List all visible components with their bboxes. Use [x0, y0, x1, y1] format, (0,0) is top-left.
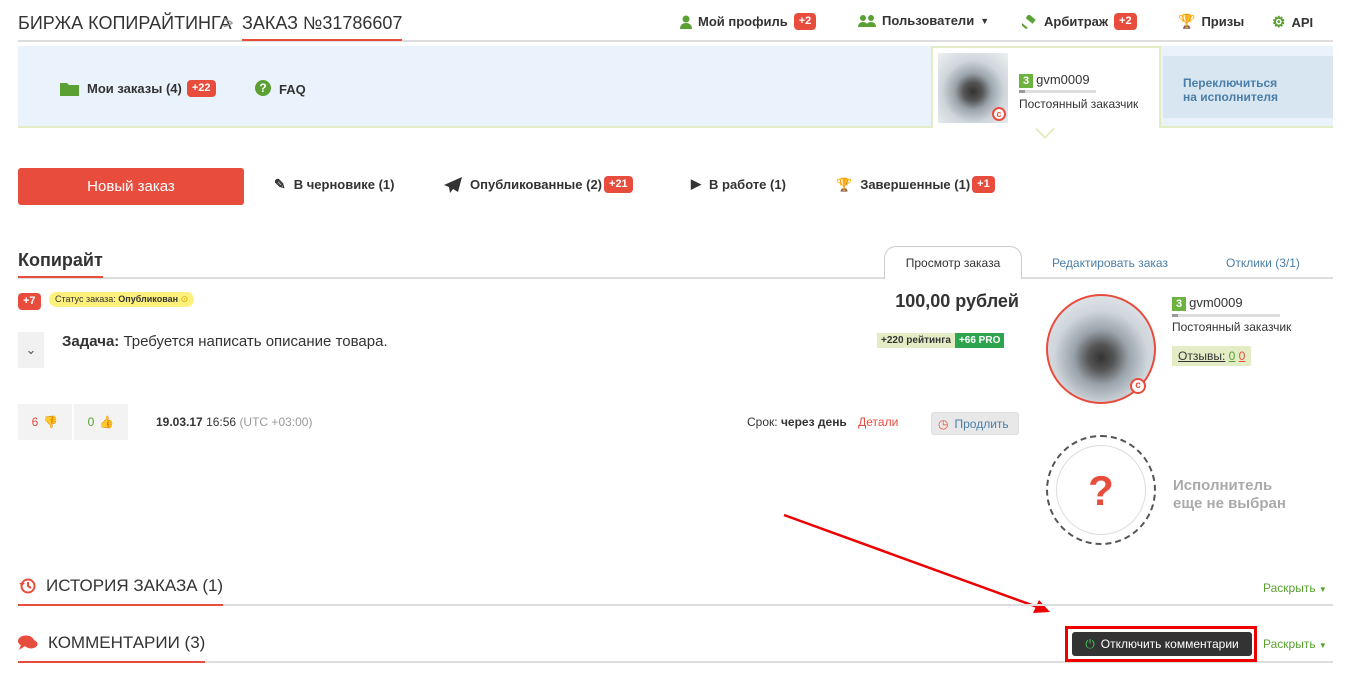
power-icon: ⏻: [1085, 636, 1095, 651]
history-expand-label: Раскрыть: [1263, 581, 1316, 595]
comments-title: КОММЕНТАРИИ (3): [48, 633, 206, 652]
chevron-down-icon: ▼: [1318, 585, 1327, 594]
disable-comments-label: Отключить комментарии: [1100, 637, 1239, 651]
comments-header[interactable]: КОММЕНТАРИИ (3): [18, 633, 206, 663]
annotation-arrow: [783, 513, 1050, 613]
chevron-down-icon: ▼: [1318, 641, 1327, 650]
comments-expand-label: Раскрыть: [1263, 637, 1316, 651]
comments-expand[interactable]: Раскрыть ▼: [1263, 637, 1327, 651]
comments-icon: [18, 635, 38, 650]
history-title: ИСТОРИЯ ЗАКАЗА (1): [46, 576, 224, 595]
history-header[interactable]: ИСТОРИЯ ЗАКАЗА (1): [18, 576, 224, 606]
disable-comments-button[interactable]: ⏻ Отключить комментарии: [1072, 632, 1252, 656]
history-icon: [19, 578, 36, 594]
history-expand[interactable]: Раскрыть ▼: [1263, 581, 1327, 595]
